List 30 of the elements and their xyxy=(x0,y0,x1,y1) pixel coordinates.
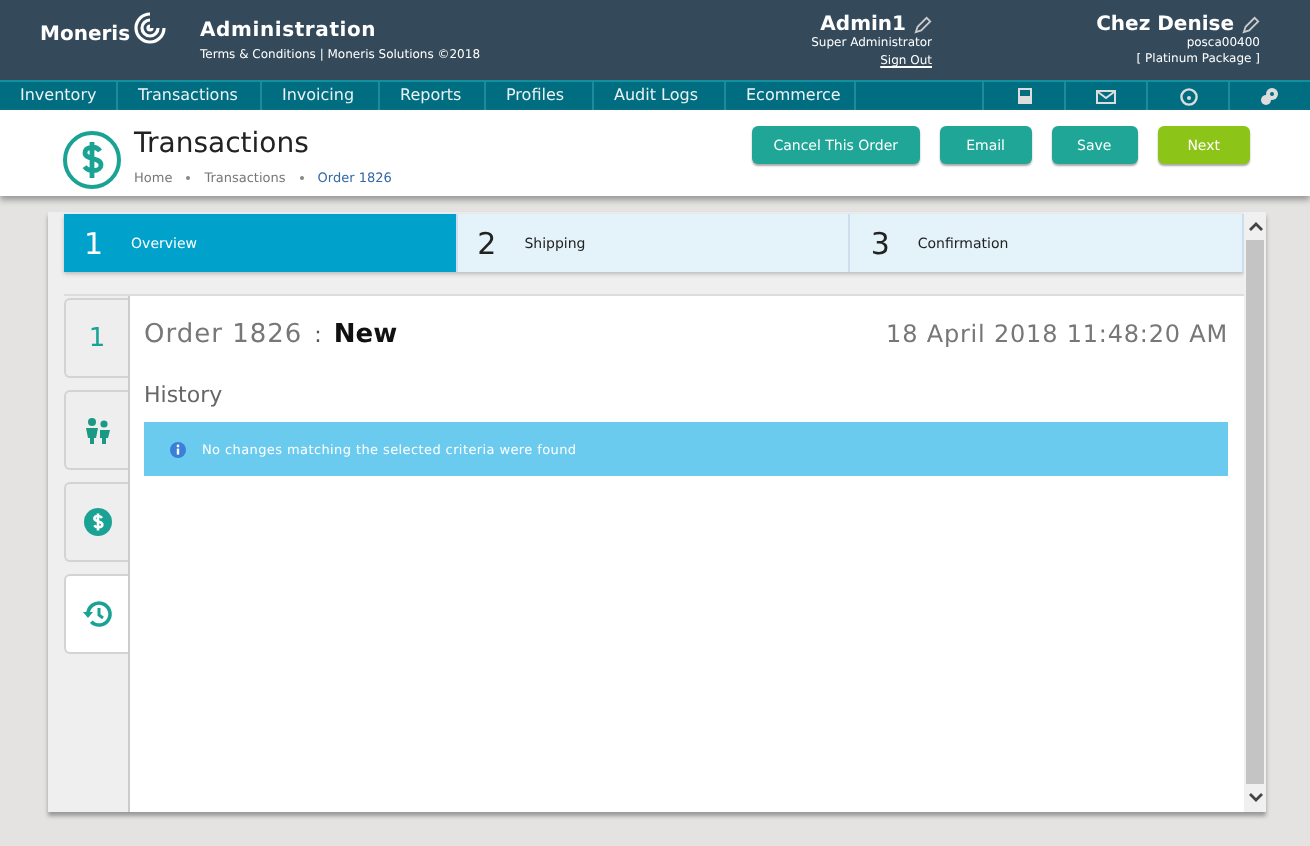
merchant-name: Chez Denise xyxy=(1096,14,1234,36)
info-icon xyxy=(170,441,186,457)
people-icon xyxy=(83,416,111,444)
dollar-icon xyxy=(62,130,122,190)
side-tab[interactable] xyxy=(64,390,128,470)
pencil-icon[interactable] xyxy=(914,16,932,34)
help-icon[interactable] xyxy=(1179,87,1197,105)
side-tab[interactable]: 1 xyxy=(64,298,128,378)
section-heading: History xyxy=(144,382,225,408)
pencil-icon[interactable] xyxy=(1242,16,1260,34)
separator-text: : xyxy=(314,322,322,348)
history-icon xyxy=(81,598,113,630)
order-status: New xyxy=(333,320,398,350)
logo-text: Moneris xyxy=(40,23,131,45)
side-tab[interactable] xyxy=(64,482,128,562)
mail-icon[interactable] xyxy=(1096,89,1116,103)
scroll-down-icon[interactable] xyxy=(1247,792,1263,804)
separator-dot-icon xyxy=(186,176,191,180)
scrollbar[interactable] xyxy=(1244,212,1266,812)
app-title: Administration xyxy=(200,20,379,42)
logo-swirl-icon xyxy=(132,10,169,46)
order-title: Order 1826 xyxy=(144,320,303,350)
dollar-icon xyxy=(83,508,111,536)
page-title: Transactions xyxy=(134,128,311,160)
user-name: Admin1 xyxy=(820,14,906,36)
side-tab[interactable] xyxy=(64,574,128,654)
separator-dot-icon xyxy=(299,176,304,180)
scroll-up-icon[interactable] xyxy=(1247,220,1263,232)
order-date: 18 April 2018 11:48:20 AM xyxy=(886,320,1228,348)
printer-icon[interactable] xyxy=(1015,88,1033,104)
